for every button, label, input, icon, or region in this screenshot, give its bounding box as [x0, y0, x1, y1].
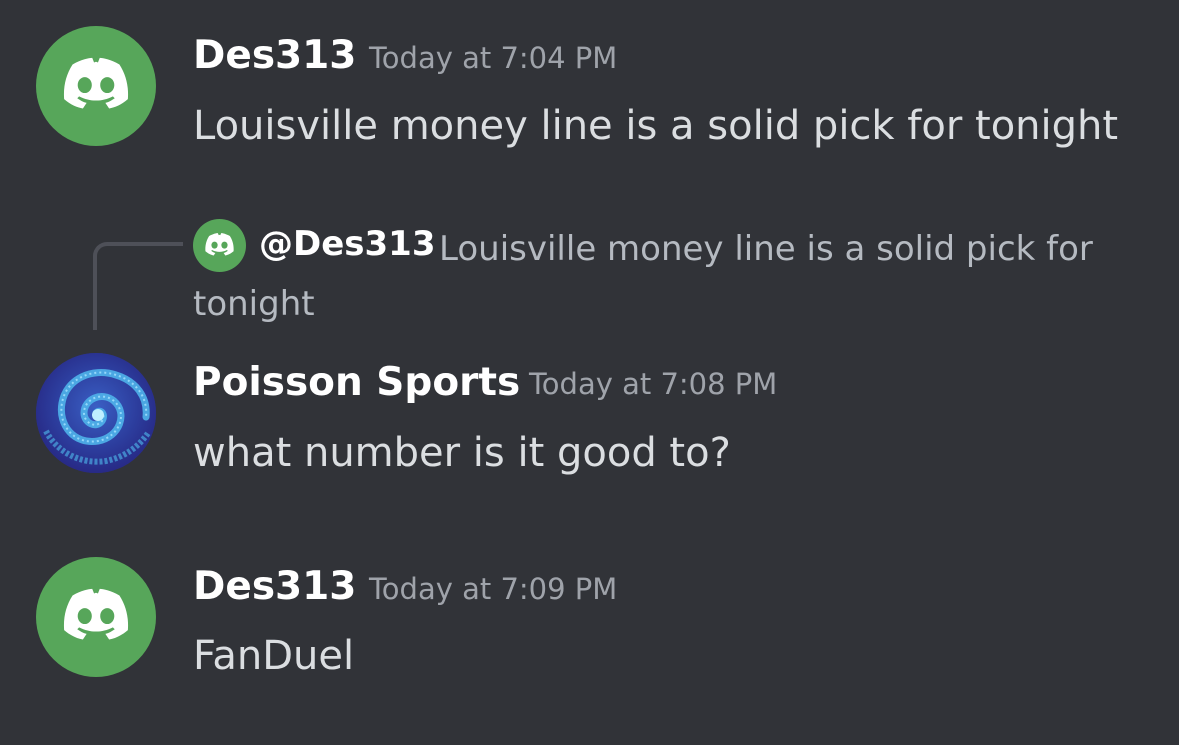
- message-timestamp: Today at 7:09 PM: [369, 572, 618, 606]
- user-avatar[interactable]: [36, 26, 156, 146]
- message-content: FanDuel: [193, 633, 355, 679]
- spiral-galaxy-icon: [36, 353, 156, 473]
- message-content: Louisville money line is a solid pick fo…: [193, 103, 1119, 149]
- message-author[interactable]: Des313: [193, 36, 356, 75]
- user-avatar[interactable]: [36, 557, 156, 677]
- reply-connector: [93, 242, 183, 330]
- message-timestamp: Today at 7:08 PM: [529, 367, 778, 401]
- message-timestamp: Today at 7:04 PM: [369, 41, 618, 75]
- discord-logo-icon: [63, 57, 129, 109]
- discord-logo-icon: [205, 233, 234, 256]
- message-author[interactable]: Poisson Sports: [193, 363, 520, 402]
- message-content: what number is it good to?: [193, 430, 731, 476]
- reply-author[interactable]: @Des313: [259, 227, 436, 261]
- discord-logo-icon: [63, 588, 129, 640]
- reply-avatar: [193, 219, 246, 272]
- message-author[interactable]: Des313: [193, 567, 356, 606]
- user-avatar[interactable]: [36, 353, 156, 473]
